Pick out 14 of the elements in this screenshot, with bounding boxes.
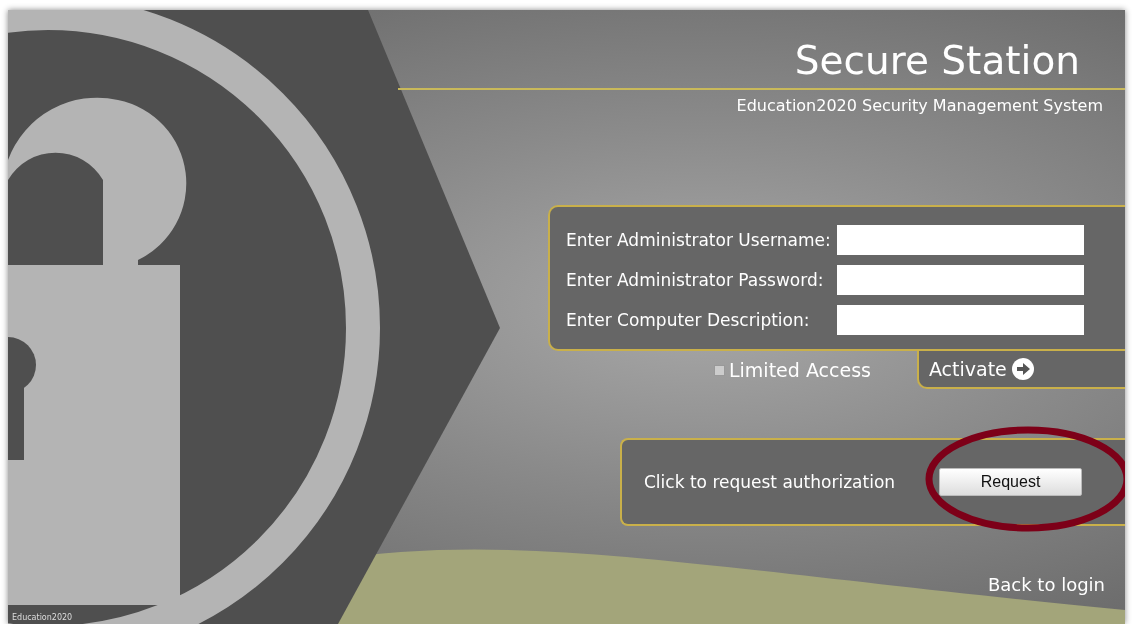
input-field[interactable] <box>836 225 1084 255</box>
app-title: Secure Station <box>794 38 1080 84</box>
field-label: Enter Computer Description: <box>566 310 811 330</box>
field-label: Enter Administrator Password: <box>566 270 825 290</box>
footer-brand: Education2020 <box>12 613 73 622</box>
back-to-login-link[interactable]: Back to login <box>987 574 1105 595</box>
field-label: Enter Administrator Username: <box>566 230 831 250</box>
input-field[interactable] <box>836 305 1084 335</box>
activate-button[interactable]: Activate <box>916 351 1125 389</box>
arrow-circle-icon <box>1010 357 1035 381</box>
app-subtitle: Education2020 Security Management System <box>736 96 1103 115</box>
input-field[interactable] <box>836 265 1084 295</box>
request-prompt: Click to request authorization <box>644 472 896 492</box>
request-button[interactable]: Request <box>939 468 1083 496</box>
